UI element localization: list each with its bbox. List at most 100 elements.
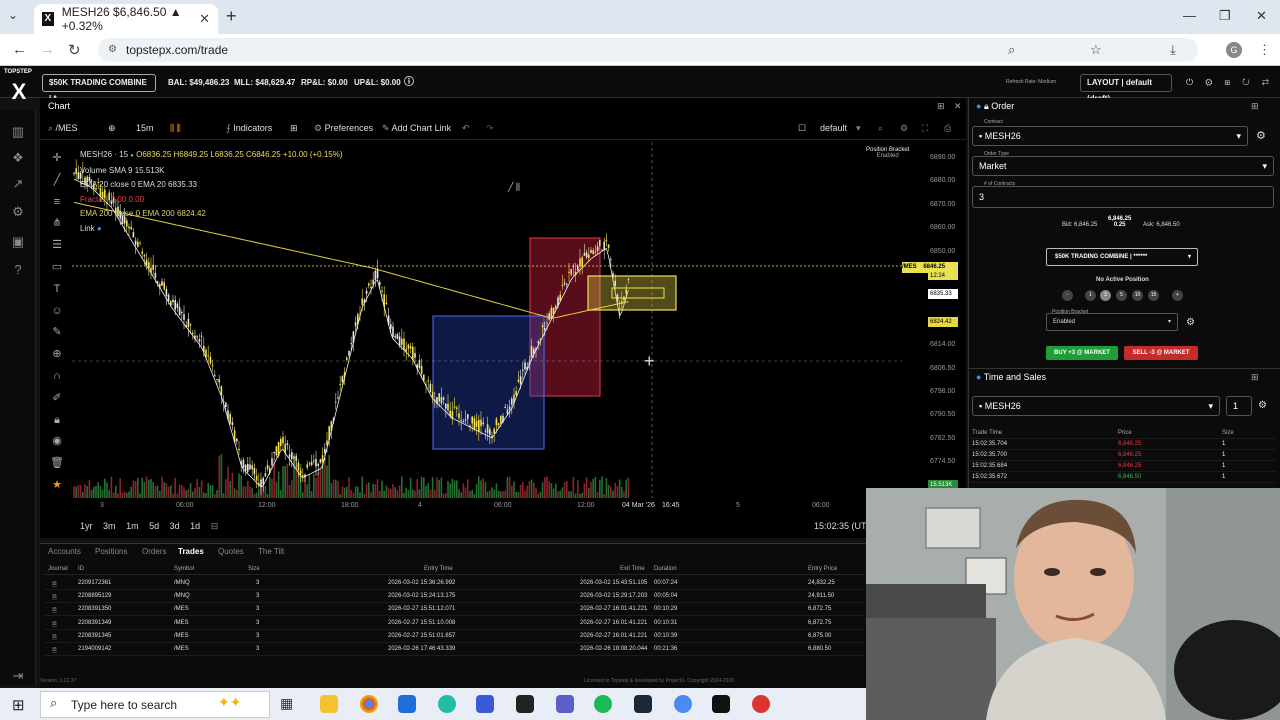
link-legend[interactable]: Link ● [80,222,343,237]
reload-icon[interactable]: ↻ [68,41,81,59]
template-chevron-icon[interactable]: ▾ [856,122,861,134]
spotify-icon[interactable] [594,695,612,713]
qty-input[interactable]: 3 [972,186,1274,208]
analytics-icon[interactable]: ↗ [10,176,26,192]
tas-add-icon[interactable]: ⊞ [1251,372,1259,383]
contract-select[interactable]: ▪ MESH26 ▾ [972,126,1248,146]
indicators-button[interactable]: ⨍ Indicators [226,122,272,134]
tf-1m[interactable]: 1m [126,521,139,531]
task-view-icon[interactable]: ▦ [280,695,298,713]
buy-market-button[interactable]: BUY +3 @ MARKET [1046,346,1118,360]
chart-type-icon[interactable]: ⫼ ⫼ [170,122,181,134]
tab-the-tilt[interactable]: The Tilt [258,547,284,556]
obs-icon[interactable] [752,695,770,713]
contract-settings-icon[interactable]: ⚙ [1256,129,1266,142]
preferences-button[interactable]: ⚙ Preferences [314,122,373,134]
url-field[interactable]: topstepx.com/trade [98,38,1198,62]
tab-accounts[interactable]: Accounts [48,547,81,556]
tab-search-icon[interactable]: ⌄ [8,8,18,22]
tab-trades[interactable]: Trades [178,547,204,556]
help-icon[interactable]: ? [10,262,26,278]
hline-tool-icon[interactable]: ≡ [50,192,64,214]
start-icon[interactable]: ⊞ [12,696,25,714]
close-tab-icon[interactable]: ✕ [199,11,210,27]
tf-3m[interactable]: 3m [103,521,116,531]
tradingview-icon[interactable] [712,695,730,713]
trendline-tool-icon[interactable]: ╱ [50,170,64,192]
journal-icon[interactable]: 🗎︎ [52,633,57,643]
new-tab-icon[interactable]: + [226,6,237,27]
teams-icon[interactable] [556,695,574,713]
zoom-tool-icon[interactable]: ⊕ [50,344,64,366]
crosshair-tool-icon[interactable]: ✛ [50,148,64,170]
sell-market-button[interactable]: SELL -3 @ MARKET [1124,346,1198,360]
trash-icon[interactable]: 🗑︎ [50,453,64,475]
chrome-icon[interactable] [360,695,378,713]
order-type-select[interactable]: Market ▾ [972,156,1274,176]
table-row[interactable]: 🗎︎ 2194009142/MES 3 2026-02-26 17:46:43.339… [44,643,864,656]
qty-preset-button[interactable]: 3 [1100,290,1111,301]
steam-icon[interactable] [634,695,652,713]
emoji-tool-icon[interactable]: ☺ [50,301,64,323]
brush-tool-icon[interactable]: ✎ [50,322,64,344]
zoom-icon[interactable]: ⌕ [1008,42,1015,58]
settings-icon[interactable]: ⚙ [10,204,26,220]
chrome-profile-icon[interactable] [674,695,692,713]
journal-icon[interactable]: 🗎︎ [52,580,57,590]
col-entry-time[interactable]: Entry Time [424,566,453,572]
bookmark-star-icon[interactable]: ☆ [1090,42,1102,58]
app-icon-2[interactable] [516,695,534,713]
col-symbol[interactable]: Symbol [174,566,194,572]
journal-icon[interactable]: 🗎︎ [52,606,57,616]
bracket-settings-icon[interactable]: ⚙ [1186,317,1195,328]
text-tool-icon[interactable]: T [50,279,64,301]
forward-icon[interactable]: → [40,41,55,58]
pitchfork-tool-icon[interactable]: ⋔ [50,213,64,235]
tf-1d[interactable]: 1d [190,521,200,531]
tab-orders[interactable]: Orders [142,547,166,556]
order-panel-add-icon[interactable]: ⊞ [1251,101,1259,112]
file-explorer-icon[interactable] [320,695,338,713]
edge-icon[interactable] [438,695,456,713]
tf-3d[interactable]: 3d [170,521,180,531]
layout-action-icons[interactable]: ⏻⚙⊞↻⇄✕ [1186,77,1280,88]
back-icon[interactable]: ← [12,41,27,58]
screenshot-icon[interactable]: ⎙ [944,122,951,134]
tas-contract-select[interactable]: ▪ MESH26 ▾ [972,396,1220,416]
panel-close-icon[interactable]: ✕ [954,101,962,112]
journal-icon[interactable]: 🗎︎ [52,646,57,656]
undo-icon[interactable]: ↶ [462,122,470,134]
chart-search-icon[interactable]: ⌕ [878,122,883,134]
fullscreen-icon[interactable]: ⛶ [922,122,928,134]
qty-preset-button[interactable]: + [1172,290,1183,301]
tab-quotes[interactable]: Quotes [218,547,244,556]
panel-add-icon[interactable]: ⊞ [937,101,945,112]
drawing-tools[interactable]: ✛ ╱ ≡ ⋔ ☰ ▭ T ☺ ✎ ⊕ ∩ ✐ 🔒︎ ◉ 🗑︎ ★ [50,148,64,497]
chart-icon[interactable]: ▥ [10,124,26,140]
interval-button[interactable]: 15m [136,122,154,134]
date-range-icon[interactable]: ⊟ [211,521,219,531]
template-selector[interactable]: default [820,122,847,134]
fib-tool-icon[interactable]: ☰ [50,235,64,257]
copilot-sparkle-icon[interactable]: ✦✦ [218,694,241,711]
favorite-star-icon[interactable]: ★ [50,475,64,497]
store-icon[interactable] [398,695,416,713]
col-journal[interactable]: Journal [48,566,68,572]
logout-icon[interactable]: ⇥ [10,668,26,684]
qty-preset-button[interactable]: 1 [1085,290,1096,301]
dom-icon[interactable]: ❖ [10,150,26,166]
browser-menu-icon[interactable]: ⋮ [1258,42,1271,58]
position-bracket-badge[interactable]: Position Bracket Enabled [866,147,909,159]
journal-icon[interactable]: 🗎︎ [52,620,57,630]
maximize-icon[interactable]: ❐ [1219,8,1231,24]
add-symbol-icon[interactable]: ⊕ [108,122,116,134]
layout-checkbox-icon[interactable]: ☐ [798,122,806,134]
download-icon[interactable]: ⤓ [1170,42,1176,58]
col-entry-price[interactable]: Entry Price [808,566,837,572]
app-icon-1[interactable] [476,695,494,713]
journal-icon[interactable]: 🗎︎ [52,593,57,603]
tf-5d[interactable]: 5d [149,521,159,531]
magnet-tool-icon[interactable]: ∩ [50,366,64,388]
add-chart-link-button[interactable]: ✎ Add Chart Link [382,122,451,134]
tas-size-filter[interactable]: 1 [1226,396,1252,416]
